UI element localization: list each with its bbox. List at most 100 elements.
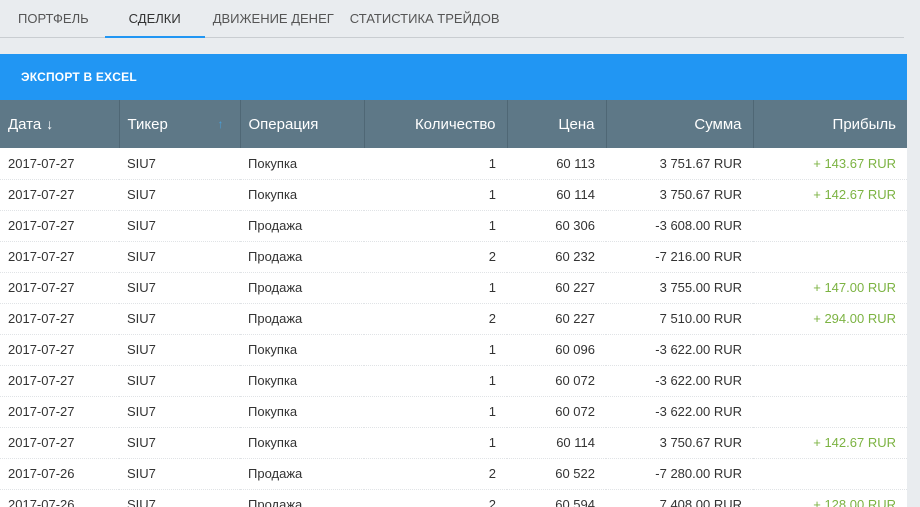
cell-price: 60 232 [555,249,595,264]
column-header-label: Сумма [694,115,742,133]
cell-operation: Продажа [248,466,303,481]
cell-quantity: 1 [488,404,496,419]
cell-price: 60 227 [555,311,595,326]
cell-price: 60 227 [555,280,595,295]
cell-sum: 7 510.00 RUR [659,311,742,326]
cell-profit [753,458,907,489]
cell-sum: -7 280.00 RUR [655,466,742,481]
column-header-label: Тикер [127,115,168,133]
cell-profit [753,334,907,365]
cell-quantity: 1 [488,187,496,202]
table-row[interactable]: 2017-07-27 SIU7 Продажа 1 60 306 -3 608.00 RU… [0,210,907,241]
cell-quantity: 1 [488,155,496,171]
cell-quantity: 1 [488,218,496,233]
cell-profit [753,365,907,396]
cell-profit [753,241,907,272]
arrow-up-icon: ↑ [217,117,224,131]
cell-price: 60 072 [555,404,595,419]
cell-price: 60 522 [555,466,595,481]
table-row[interactable]: 2017-07-27 SIU7 Продажа 2 60 232 -7 216.00 RU… [0,241,907,272]
column-header-sum[interactable]: Сумма [606,100,754,148]
column-header-label: Цена [558,115,595,133]
tab-trade-stats[interactable]: СТАТИСТИКА ТРЕЙДОВ [342,0,508,37]
cell-ticker: SIU7 [127,497,156,507]
cell-sum: 7 408.00 RUR [659,497,742,507]
table-row[interactable]: 2017-07-27 SIU7 Покупка 1 60 113 3 751.67 RUR… [0,148,907,179]
cell-ticker: SIU7 [127,373,156,388]
table-row[interactable]: 2017-07-27 SIU7 Покупка 1 60 114 3 750.67 RUR… [0,427,907,458]
cell-operation: Покупка [248,342,298,357]
cell-sum: -3 622.00 RUR [655,373,742,388]
cell-date: 2017-07-26 [8,466,75,481]
column-header-price[interactable]: Цена [507,100,607,148]
cell-ticker: SIU7 [127,311,156,326]
table-row[interactable]: 2017-07-27 SIU7 Покупка 1 60 096 -3 622.00 RU… [0,334,907,365]
cell-date: 2017-07-27 [8,342,75,357]
cell-operation: Покупка [248,155,298,171]
column-header-label: Количество [414,115,496,133]
cell-date: 2017-07-27 [8,155,75,171]
column-header-date[interactable]: Дата ↓ [0,100,120,148]
cell-ticker: SIU7 [127,342,156,357]
arrow-down-icon: ↓ [46,115,54,132]
cell-price: 60 594 [555,497,595,507]
table-row[interactable]: 2017-07-27 SIU7 Продажа 2 60 227 7 510.00 RUR… [0,303,907,334]
cell-operation: Покупка [248,373,298,388]
cell-profit [753,396,907,427]
cell-price: 60 114 [556,435,595,450]
cell-date: 2017-07-27 [8,280,75,295]
table-row[interactable]: 2017-07-27 SIU7 Продажа 1 60 227 3 755.00 RUR… [0,272,907,303]
table-row[interactable]: 2017-07-27 SIU7 Покупка 1 60 114 3 750.67 RUR… [0,179,907,210]
table-row[interactable]: 2017-07-26 SIU7 Продажа 2 60 594 7 408.00 RUR… [0,489,907,507]
cell-operation: Продажа [248,218,303,233]
cell-ticker: SIU7 [127,249,156,264]
table-row[interactable]: 2017-07-27 SIU7 Покупка 1 60 072 -3 622.00 RU… [0,396,907,427]
cell-quantity: 2 [488,497,496,507]
column-header-quantity[interactable]: Количество [364,100,508,148]
column-header-profit[interactable]: Прибыль [753,100,907,148]
cell-operation: Продажа [248,311,303,326]
cell-profit: + 142.67 RUR [813,435,896,450]
cell-profit: + 128.00 RUR [813,497,896,507]
cell-date: 2017-07-27 [8,249,75,264]
export-bar: ЭКСПОРТ В EXCEL [0,54,907,100]
deals-table-container: Дата ↓ Тикер ↑ Операция Количество Цена Су… [0,100,907,507]
export-excel-button[interactable]: ЭКСПОРТ В EXCEL [0,54,137,100]
column-header-operation[interactable]: Операция [240,100,365,148]
deals-table: Дата ↓ Тикер ↑ Операция Количество Цена Су… [0,100,907,507]
cell-price: 60 113 [556,155,595,171]
tab-bar: ПОРТФЕЛЬ СДЕЛКИ ДВИЖЕНИЕ ДЕНЕГ СТАТИСТИК… [0,0,904,38]
cell-date: 2017-07-26 [8,497,75,507]
cell-operation: Продажа [248,497,303,507]
cell-quantity: 1 [488,435,496,450]
cell-operation: Покупка [248,404,298,419]
cell-sum: -3 608.00 RUR [655,218,742,233]
cell-quantity: 1 [488,373,496,388]
table-row[interactable]: 2017-07-26 SIU7 Продажа 2 60 522 -7 280.00 RU… [0,458,907,489]
cell-profit: + 143.67 RUR [813,155,896,171]
cell-ticker: SIU7 [127,187,156,202]
cell-profit: + 147.00 RUR [813,280,896,295]
cell-sum: -3 622.00 RUR [655,342,742,357]
tab-deals[interactable]: СДЕЛКИ [104,0,205,38]
cell-sum: 3 751.67 RUR [659,155,742,171]
column-header-label: Дата [8,115,42,133]
cell-ticker: SIU7 [127,466,156,481]
cell-quantity: 1 [488,342,496,357]
table-header-row: Дата ↓ Тикер ↑ Операция Количество Цена Су… [0,100,907,148]
cell-date: 2017-07-27 [8,218,75,233]
cell-quantity: 2 [488,311,496,326]
cell-price: 60 096 [555,342,595,357]
cell-profit: + 142.67 RUR [813,187,896,202]
cell-ticker: SIU7 [127,155,156,171]
tab-portfolio[interactable]: ПОРТФЕЛЬ [0,0,105,37]
tab-cash-flow[interactable]: ДВИЖЕНИЕ ДЕНЕГ [205,0,342,37]
cell-price: 60 306 [555,218,595,233]
table-row[interactable]: 2017-07-27 SIU7 Покупка 1 60 072 -3 622.00 RU… [0,365,907,396]
column-header-label: Операция [248,115,319,133]
cell-operation: Покупка [248,187,298,202]
column-header-ticker[interactable]: Тикер ↑ [119,100,241,148]
cell-quantity: 2 [488,466,496,481]
cell-date: 2017-07-27 [8,404,75,419]
cell-sum: -3 622.00 RUR [655,404,742,419]
